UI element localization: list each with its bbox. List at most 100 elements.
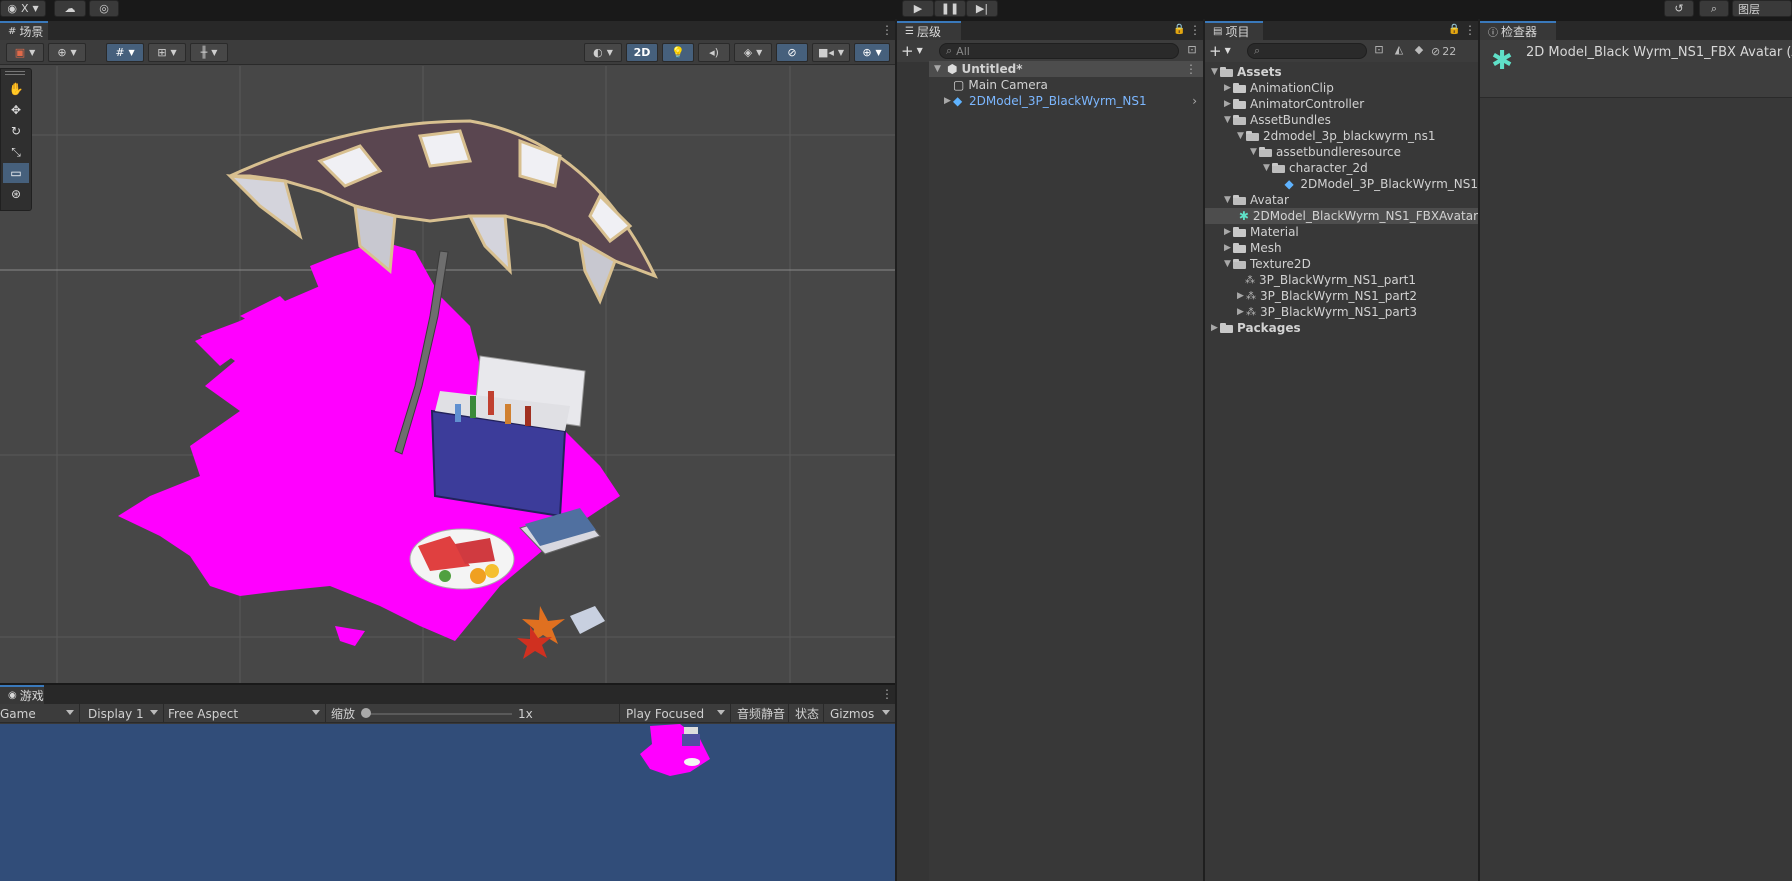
stats-toggle[interactable]: 状态 bbox=[789, 704, 824, 723]
tree-item[interactable]: ▼ assetbundleresource bbox=[1205, 144, 1478, 160]
hierarchy-menu-icon[interactable]: ⋮ bbox=[1189, 22, 1201, 38]
step-button[interactable]: ▶| bbox=[966, 0, 998, 17]
project-menu-icon[interactable]: ⋮ bbox=[1464, 22, 1476, 38]
search-button[interactable]: ⌕ bbox=[1699, 0, 1729, 17]
play-mode-select[interactable]: Play Focused bbox=[619, 704, 731, 723]
tab-hierarchy[interactable]: ☰ 层级 bbox=[897, 21, 961, 40]
display-select[interactable]: Display 1 bbox=[82, 704, 164, 723]
scene-viewport[interactable]: ✋ ✥ ↻ ⤡ ▭ ⊛ bbox=[0, 66, 895, 683]
mode-2d-toggle[interactable]: 2D bbox=[626, 43, 658, 62]
aspect-select[interactable]: Free Aspect bbox=[162, 704, 326, 723]
increment-snap-dropdown[interactable]: ⊞ ▼ bbox=[148, 43, 186, 62]
tree-item[interactable]: ▼ character_2d bbox=[1205, 160, 1478, 176]
audio-toggle[interactable]: ◂) bbox=[698, 43, 730, 62]
chevron-right-icon[interactable]: ▶ bbox=[1235, 291, 1246, 301]
draw-mode-dropdown[interactable]: ▣ ▼ bbox=[6, 43, 44, 62]
tree-item[interactable]: ▼ AssetBundles bbox=[1205, 112, 1478, 128]
label-tag-icon[interactable]: ◆ bbox=[1411, 43, 1427, 59]
palette-handle[interactable] bbox=[5, 71, 25, 75]
tree-item[interactable]: ▶ ⁂ 3P_BlackWyrm_NS1_part2 bbox=[1205, 288, 1478, 304]
mute-audio-toggle[interactable]: 音频静音 bbox=[731, 704, 789, 723]
move-icon[interactable]: ✥ bbox=[3, 100, 29, 120]
hidden-objects-toggle[interactable]: ⊘ bbox=[776, 43, 808, 62]
game-viewport[interactable] bbox=[0, 724, 895, 881]
tab-inspector[interactable]: ⓘ 检查器 bbox=[1480, 21, 1556, 40]
hierarchy-item[interactable]: ▢ Main Camera bbox=[929, 77, 1203, 93]
lighting-toggle[interactable]: 💡 bbox=[662, 43, 694, 62]
hand-icon[interactable]: ✋ bbox=[3, 79, 29, 99]
tree-item[interactable]: ▶ ⁂ 3P_BlackWyrm_NS1_part3 bbox=[1205, 304, 1478, 320]
chevron-down-icon[interactable]: ▼ bbox=[1222, 195, 1233, 205]
history-button[interactable]: ↺ bbox=[1664, 0, 1694, 17]
rotate-icon[interactable]: ↻ bbox=[3, 121, 29, 141]
chevron-down-icon[interactable]: ▼ bbox=[1222, 115, 1233, 125]
search-options-icon[interactable]: ⊡ bbox=[1184, 43, 1200, 59]
scale-slider-thumb[interactable] bbox=[361, 708, 371, 718]
hidden-packages-toggle[interactable]: ⊘ 22 bbox=[1431, 43, 1475, 59]
tree-item[interactable]: ⁂ 3P_BlackWyrm_NS1_part1 bbox=[1205, 272, 1478, 288]
tree-item[interactable]: ▼ 2dmodel_3p_blackwyrm_ns1 bbox=[1205, 128, 1478, 144]
chevron-down-icon[interactable]: ▼ bbox=[1222, 259, 1233, 269]
chevron-right-icon[interactable]: ▶ bbox=[1222, 83, 1233, 93]
grid-snap-dropdown[interactable]: # ▼ bbox=[106, 43, 144, 62]
chevron-right-icon[interactable]: ▶ bbox=[1222, 99, 1233, 109]
lock-icon[interactable]: 🔒 bbox=[1448, 23, 1460, 37]
game-view-select[interactable]: Game bbox=[0, 704, 80, 723]
tree-item-selected[interactable]: ✱ 2DModel_BlackWyrm_NS1_FBXAvatar bbox=[1205, 208, 1478, 224]
global-dropdown[interactable]: ⊕ ▼ bbox=[48, 43, 86, 62]
effects-dropdown[interactable]: ◈ ▼ bbox=[734, 43, 772, 62]
lock-icon[interactable]: 🔒 bbox=[1173, 23, 1185, 37]
tab-scene[interactable]: # 场景 bbox=[0, 21, 48, 40]
gizmos-toggle[interactable]: Gizmos bbox=[824, 704, 895, 723]
chevron-down-icon[interactable]: ▼ bbox=[1209, 67, 1220, 77]
tree-item[interactable]: ▶ AnimatorController bbox=[1205, 96, 1478, 112]
ruler-dropdown[interactable]: ╫ ▼ bbox=[190, 43, 228, 62]
hierarchy-item[interactable]: ▶ ◆ 2DModel_3P_BlackWyrm_NS1 › bbox=[929, 93, 1203, 109]
tab-project[interactable]: ▤ 项目 bbox=[1205, 21, 1263, 40]
camera-dropdown[interactable]: ■◂ ▼ bbox=[812, 43, 850, 62]
tree-item[interactable]: ◆ 2DModel_3P_BlackWyrm_NS1 bbox=[1205, 176, 1478, 192]
gizmos-dropdown[interactable]: ⊕ ▼ bbox=[854, 43, 890, 62]
draw-mode-icon: ▣ bbox=[14, 46, 26, 59]
tree-item[interactable]: ▼ Assets bbox=[1205, 64, 1478, 80]
chevron-down-icon[interactable]: ▼ bbox=[1248, 147, 1259, 157]
scene-menu-icon[interactable]: ⋮ bbox=[881, 22, 893, 38]
scene-row[interactable]: ▼ ⬢ Untitled* ⋮ bbox=[929, 61, 1203, 77]
tree-item[interactable]: ▶ Material bbox=[1205, 224, 1478, 240]
chevron-right-icon[interactable]: ▶ bbox=[942, 96, 953, 106]
tree-item[interactable]: ▶ Mesh bbox=[1205, 240, 1478, 256]
add-button[interactable]: + ▼ bbox=[901, 42, 931, 60]
tree-item[interactable]: ▶ AnimationClip bbox=[1205, 80, 1478, 96]
shading-dropdown[interactable]: ◐ ▼ bbox=[584, 43, 622, 62]
project-search-input[interactable]: ⌕ bbox=[1247, 43, 1367, 59]
play-button[interactable]: ▶ bbox=[902, 0, 934, 17]
chevron-down-icon[interactable]: ▼ bbox=[1261, 163, 1272, 173]
transform-icon[interactable]: ⊛ bbox=[3, 184, 29, 204]
search-scope-icon[interactable]: ⊡ bbox=[1371, 43, 1387, 59]
pause-button[interactable]: ❚❚ bbox=[934, 0, 966, 17]
tree-item[interactable]: ▼ Avatar bbox=[1205, 192, 1478, 208]
chevron-right-icon[interactable]: ▶ bbox=[1235, 307, 1246, 317]
tool-palette: ✋ ✥ ↻ ⤡ ▭ ⊛ bbox=[0, 68, 32, 211]
rect-tool-icon[interactable]: ▭ bbox=[3, 163, 29, 183]
chevron-down-icon[interactable]: ▼ bbox=[1235, 131, 1246, 141]
scene-menu-icon[interactable]: ⋮ bbox=[1185, 62, 1197, 76]
chevron-down-icon[interactable]: ▼ bbox=[932, 64, 943, 74]
tab-game[interactable]: ◉ 游戏 bbox=[0, 685, 44, 704]
game-menu-icon[interactable]: ⋮ bbox=[881, 686, 893, 702]
tree-item[interactable]: ▼ Texture2D bbox=[1205, 256, 1478, 272]
chevron-right-icon[interactable]: › bbox=[1192, 94, 1197, 108]
chevron-right-icon[interactable]: ▶ bbox=[1209, 323, 1220, 333]
hierarchy-search-input[interactable]: ⌕ All bbox=[939, 43, 1179, 59]
layers-dropdown[interactable]: 图层 bbox=[1732, 0, 1792, 17]
chevron-right-icon[interactable]: ▶ bbox=[1222, 227, 1233, 237]
account-dropdown[interactable]: ◉ X ▼ bbox=[0, 0, 46, 17]
collab-button[interactable]: ◎ bbox=[89, 0, 119, 17]
tree-item[interactable]: ▶ Packages bbox=[1205, 320, 1478, 336]
chevron-right-icon[interactable]: ▶ bbox=[1222, 243, 1233, 253]
create-button[interactable]: + ▼ bbox=[1209, 42, 1239, 60]
scale-icon[interactable]: ⤡ bbox=[3, 142, 29, 162]
cloud-button[interactable]: ☁ bbox=[54, 0, 86, 17]
scale-slider[interactable] bbox=[364, 713, 512, 715]
filter-type-icon[interactable]: ◭ bbox=[1391, 43, 1407, 59]
